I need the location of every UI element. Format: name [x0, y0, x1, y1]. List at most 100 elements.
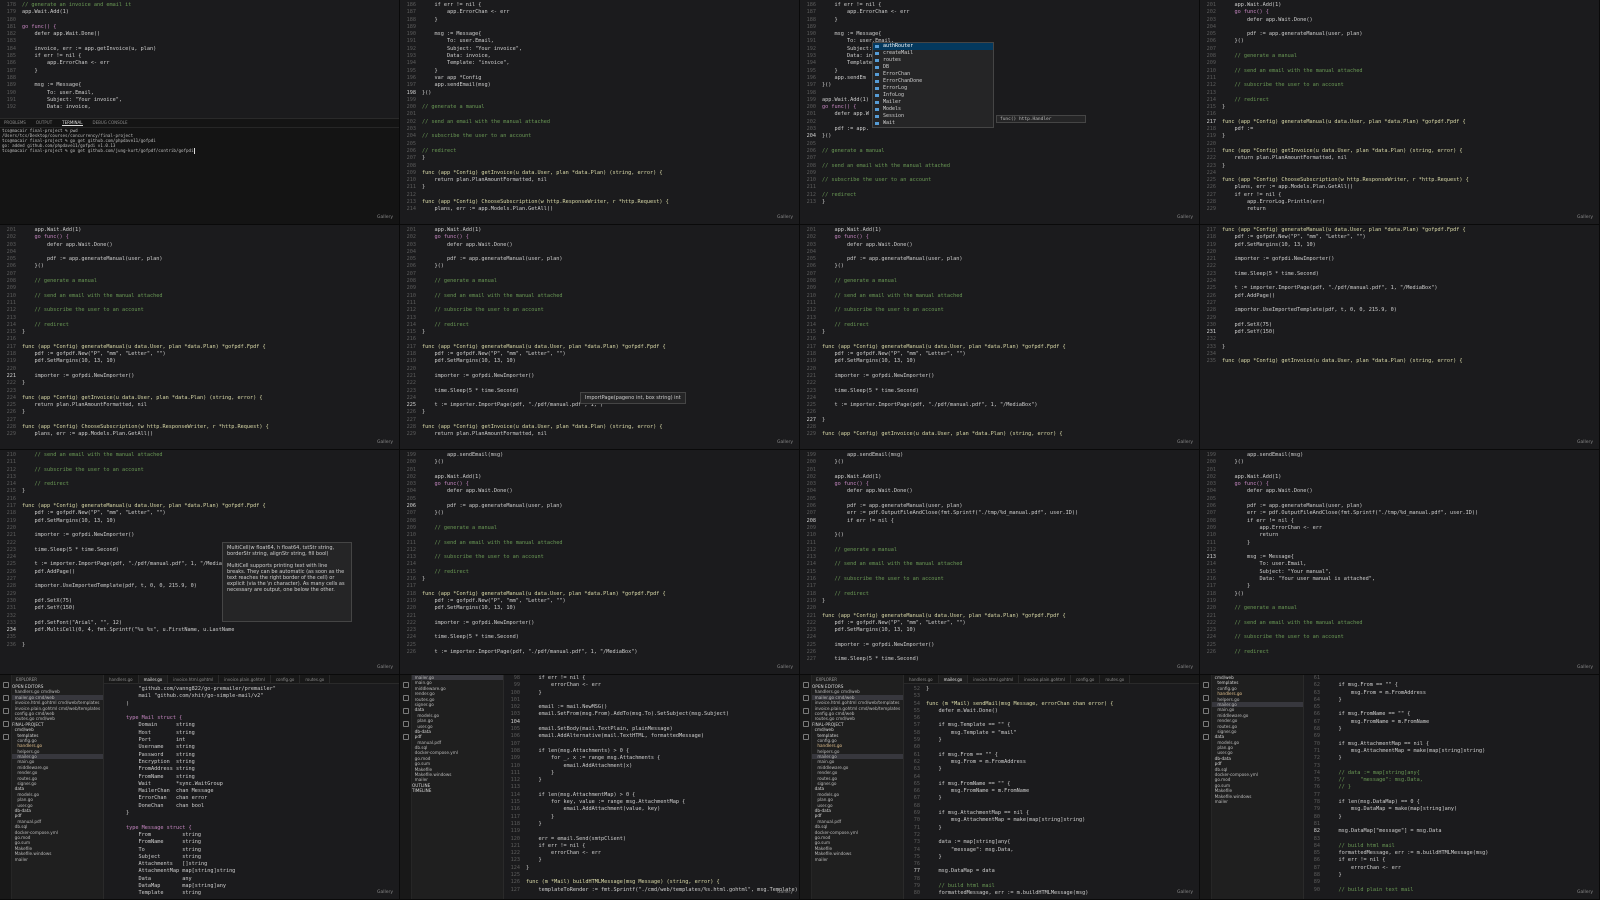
code-text[interactable]: [1222, 263, 1599, 270]
code-text[interactable]: // redirect: [822, 322, 1199, 329]
code-text[interactable]: msg.From = m.FromAddress: [926, 759, 1199, 766]
code-text[interactable]: [822, 649, 1199, 656]
code-text[interactable]: app.sendEmail(msg): [822, 452, 1199, 459]
code-text[interactable]: }: [526, 770, 799, 777]
code-text[interactable]: AttachmentMap map[string]string: [126, 868, 399, 875]
code-text[interactable]: [22, 336, 399, 343]
code-area[interactable]: 61 62 if msg.From == "" {63 msg.From = m.…: [1304, 675, 1599, 899]
code-text[interactable]: [22, 459, 399, 466]
run-debug-icon[interactable]: [803, 721, 809, 727]
code-text[interactable]: data := map[string]any{: [926, 839, 1199, 846]
code-text[interactable]: [22, 417, 399, 424]
code-text[interactable]: app.sendEmail(msg): [1222, 452, 1599, 459]
code-text[interactable]: pdf.SetX(75): [1222, 322, 1599, 329]
code-text[interactable]: if err != nil {: [22, 53, 399, 60]
code-text[interactable]: }: [1326, 814, 1599, 821]
code-text[interactable]: }(): [422, 90, 799, 97]
code-text[interactable]: plans, err := app.Models.Plan.GetAll(): [22, 431, 399, 438]
code-text[interactable]: return: [1222, 206, 1599, 213]
code-text[interactable]: [422, 141, 799, 148]
code-text[interactable]: if msg.From == "" {: [1326, 682, 1599, 689]
code-text[interactable]: var app *Config: [422, 75, 799, 82]
code-text[interactable]: msg := Message{: [1222, 554, 1599, 561]
autocomplete-item[interactable]: Wait: [873, 120, 993, 127]
code-text[interactable]: // subscribe the user to an account: [1222, 634, 1599, 641]
code-area[interactable]: "github.com/vanng822/go-premailer/premai…: [104, 686, 399, 899]
code-text[interactable]: return plan.PlanAmountFormatted, nil: [422, 177, 799, 184]
code-text[interactable]: pdf := app.generateManual(user, plan): [1222, 31, 1599, 38]
code-text[interactable]: [1222, 598, 1599, 605]
source-control-icon[interactable]: [3, 708, 9, 714]
code-text[interactable]: }: [926, 825, 1199, 832]
code-text[interactable]: email.AddAttachment(value, key): [526, 806, 799, 813]
code-text[interactable]: [422, 111, 799, 118]
code-text[interactable]: }: [926, 854, 1199, 861]
code-text[interactable]: app.Wait.Add(1): [422, 227, 799, 234]
code-text[interactable]: Port int: [126, 737, 399, 744]
code-text[interactable]: app.Wait.Add(1): [22, 9, 399, 16]
code-text[interactable]: }(): [1222, 459, 1599, 466]
code-text[interactable]: }: [22, 488, 399, 495]
code-text[interactable]: [926, 715, 1199, 722]
code-text[interactable]: Password string: [126, 752, 399, 759]
explorer-item[interactable]: mailer: [812, 857, 903, 862]
code-text[interactable]: return plan.PlanAmountFormatted, nil: [1222, 155, 1599, 162]
explorer-item[interactable]: mailer: [12, 857, 103, 862]
code-text[interactable]: pdf := gofpdf.New("P", "mm", "Letter", "…: [422, 351, 799, 358]
code-text[interactable]: [822, 496, 1199, 503]
autocomplete-item[interactable]: Models: [873, 106, 993, 113]
explorer-item[interactable]: invoice.html.gohtml cmd/web/templates: [12, 700, 103, 705]
code-text[interactable]: // generate a manual: [822, 278, 1199, 285]
code-text[interactable]: }: [422, 155, 799, 162]
code-text[interactable]: // generate a manual: [422, 525, 799, 532]
code-text[interactable]: [422, 583, 799, 590]
code-text[interactable]: app.Wait.Add(1): [1222, 2, 1599, 9]
code-text[interactable]: // redirect: [422, 322, 799, 329]
code-text[interactable]: // subscribe the user to an account: [822, 307, 1199, 314]
code-text[interactable]: importer := gofpdi.NewImporter(): [1222, 256, 1599, 263]
code-text[interactable]: func (m *Mail) sendMail(msg Message, err…: [926, 701, 1199, 708]
code-text[interactable]: app.Wait.Add(1): [22, 227, 399, 234]
code-text[interactable]: // subscribe the user to an account: [22, 307, 399, 314]
code-text[interactable]: [526, 784, 799, 791]
code-area[interactable]: 201 app.Wait.Add(1) 202 go func() {203 de…: [400, 227, 799, 449]
code-text[interactable]: }: [422, 68, 799, 75]
code-text[interactable]: }: [822, 417, 1199, 424]
code-text[interactable]: Template: "invoice",: [422, 60, 799, 67]
code-text[interactable]: func (app *Config) generateManual(u data…: [22, 503, 399, 510]
code-text[interactable]: msg.FromName = m.FromName: [1326, 719, 1599, 726]
code-text[interactable]: // }: [1326, 784, 1599, 791]
code-text[interactable]: go func() {: [1222, 481, 1599, 488]
code-text[interactable]: Data any: [126, 876, 399, 883]
code-text[interactable]: }: [1326, 697, 1599, 704]
run-debug-icon[interactable]: [3, 721, 9, 727]
editor-tab[interactable]: config.go: [1071, 675, 1101, 683]
code-text[interactable]: // redirect: [1222, 649, 1599, 656]
code-text[interactable]: }: [1222, 344, 1599, 351]
code-text[interactable]: }(): [422, 459, 799, 466]
code-text[interactable]: }: [1222, 163, 1599, 170]
code-text[interactable]: [1326, 763, 1599, 770]
code-text[interactable]: }: [22, 329, 399, 336]
code-text[interactable]: }: [926, 737, 1199, 744]
code-text[interactable]: defer m.Wait.Done(): [926, 708, 1199, 715]
code-text[interactable]: pdf := gofpdf.New("P", "mm", "Letter", "…: [822, 351, 1199, 358]
code-text[interactable]: }: [822, 598, 1199, 605]
terminal-tab[interactable]: TERMINAL: [62, 120, 83, 126]
terminal-tab[interactable]: PROBLEMS: [4, 120, 26, 126]
code-text[interactable]: }(): [1222, 38, 1599, 45]
code-text[interactable]: app.Wait.Add(1): [822, 474, 1199, 481]
search-icon[interactable]: [3, 695, 9, 701]
code-text[interactable]: err := pdf.OutputFileAndClose(fmt.Sprint…: [1222, 510, 1599, 517]
code-text[interactable]: [22, 285, 399, 292]
code-text[interactable]: app.ErrorChan <- err: [1222, 525, 1599, 532]
code-area[interactable]: 201 app.Wait.Add(1) 202 go func() {203 de…: [800, 227, 1199, 449]
editor-tab[interactable]: invoice.plain.gohtml: [219, 675, 271, 683]
code-text[interactable]: // send an email with the manual attache…: [822, 293, 1199, 300]
code-text[interactable]: Subject: "Your invoice",: [22, 97, 399, 104]
code-text[interactable]: }(): [822, 133, 1199, 140]
code-text[interactable]: "message": msg.Data,: [926, 847, 1199, 854]
code-text[interactable]: [822, 285, 1199, 292]
autocomplete-item[interactable]: Session: [873, 113, 993, 120]
code-text[interactable]: if err != nil {: [1222, 518, 1599, 525]
